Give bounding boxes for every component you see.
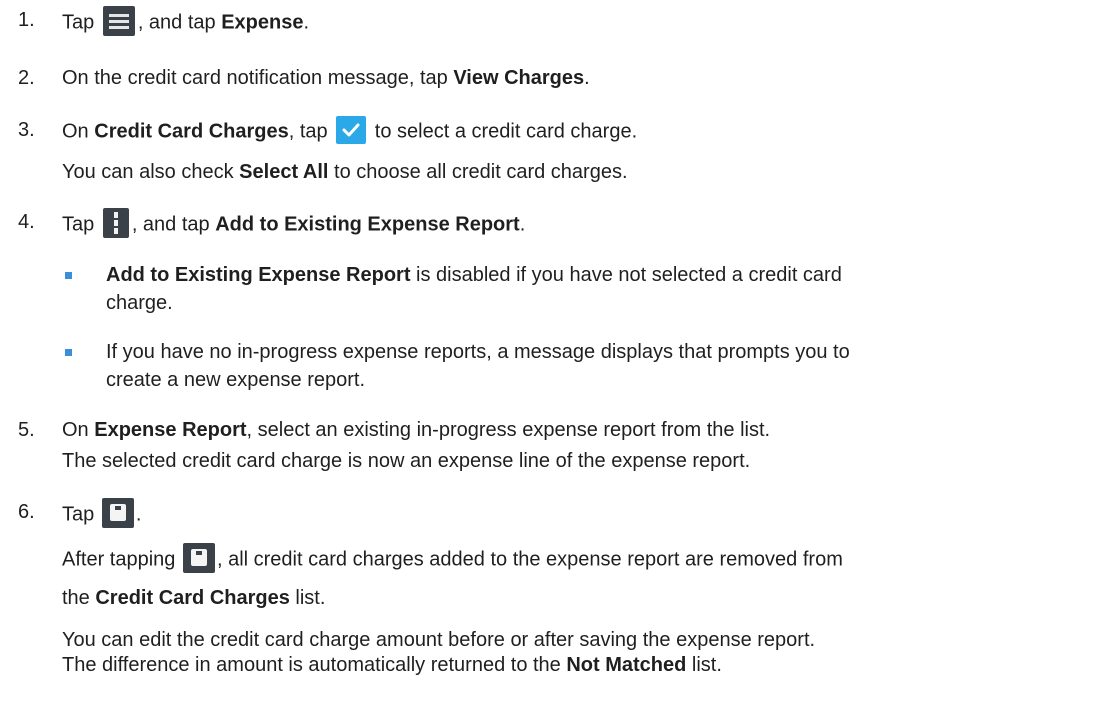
note-text: the bbox=[62, 587, 96, 609]
step-text: Tap bbox=[62, 11, 100, 34]
step-text: Tap bbox=[62, 503, 100, 526]
step-text: , tap bbox=[288, 120, 334, 143]
ui-term: Add to Existing Expense Report bbox=[215, 213, 520, 236]
step-number: 2. bbox=[18, 67, 35, 89]
step-text: On the credit card notification message,… bbox=[62, 67, 454, 89]
ui-term: Select All bbox=[239, 161, 329, 183]
checkmark-icon bbox=[336, 116, 367, 144]
ui-term: Add to Existing Expense Report bbox=[106, 264, 411, 286]
step-number: 4. bbox=[18, 211, 35, 233]
ui-term: Not Matched bbox=[566, 654, 687, 676]
note-text: , all credit card charges added to the e… bbox=[216, 548, 843, 571]
punctuation: . bbox=[135, 503, 142, 526]
ui-term: Credit Card Charges bbox=[95, 587, 290, 609]
bullet-text: is disabled if you have not selected a c… bbox=[410, 264, 842, 286]
step-text: On bbox=[62, 419, 95, 441]
bullet-text: create a new expense report. bbox=[106, 369, 366, 391]
note-text: You can edit the credit card charge amou… bbox=[62, 629, 816, 651]
bullet-marker bbox=[65, 272, 72, 279]
save-icon bbox=[182, 543, 215, 573]
note-text: You can also check bbox=[62, 161, 240, 183]
ui-term: View Charges bbox=[453, 67, 585, 89]
ui-term: Expense bbox=[221, 11, 304, 34]
punctuation: . bbox=[584, 67, 590, 89]
step-text: , select an existing in-progress expense… bbox=[246, 419, 771, 441]
note-text: list. bbox=[686, 654, 722, 676]
step-text: Tap bbox=[62, 213, 100, 236]
step-text: to select a credit card charge. bbox=[369, 120, 638, 143]
step-text: , and tap bbox=[131, 213, 216, 236]
step-number: 5. bbox=[18, 419, 35, 441]
step-number: 1. bbox=[18, 9, 35, 31]
note-text: to choose all credit card charges. bbox=[328, 161, 628, 183]
step-text: , and tap bbox=[137, 11, 222, 34]
ui-term: Credit Card Charges bbox=[94, 120, 289, 143]
note-text: The difference in amount is automaticall… bbox=[62, 654, 567, 676]
step-number: 6. bbox=[18, 501, 35, 523]
note-text: list. bbox=[289, 587, 326, 609]
note-text: The selected credit card charge is now a… bbox=[62, 450, 751, 472]
hamburger-menu-icon bbox=[102, 6, 135, 36]
vertical-more-icon bbox=[102, 208, 129, 238]
punctuation: . bbox=[519, 213, 526, 236]
step-text: On bbox=[62, 120, 95, 143]
ui-term: Expense Report bbox=[94, 419, 247, 441]
bullet-text: charge. bbox=[106, 292, 173, 314]
bullet-marker bbox=[65, 349, 72, 356]
punctuation: . bbox=[303, 11, 310, 34]
step-number: 3. bbox=[18, 119, 35, 141]
bullet-text: If you have no in-progress expense repor… bbox=[106, 341, 850, 363]
note-text: After tapping bbox=[62, 548, 181, 571]
save-icon bbox=[101, 498, 134, 528]
